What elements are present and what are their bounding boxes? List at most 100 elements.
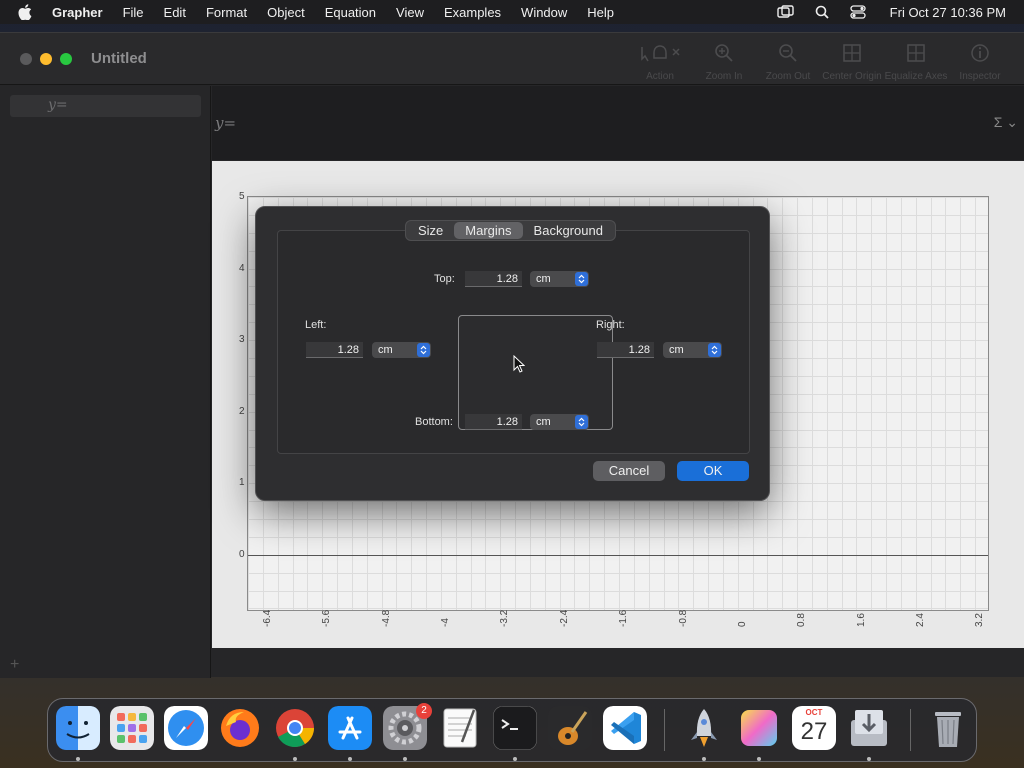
spotlight-search-icon[interactable] — [812, 4, 832, 20]
dock-safari-icon[interactable] — [164, 706, 208, 750]
page-setup-tabs: Size Margins Background — [405, 220, 616, 241]
close-window-button[interactable] — [20, 53, 32, 65]
dock-firefox-icon[interactable] — [218, 706, 262, 750]
bottom-margin-unit-popup[interactable]: cm — [530, 414, 589, 430]
menu-bar: Grapher File Edit Format Object Equation… — [0, 0, 1024, 24]
top-margin-field[interactable]: 1.28 — [465, 271, 522, 287]
dock-launchpad-icon[interactable] — [110, 706, 154, 750]
top-margin-unit-popup[interactable]: cm — [530, 271, 589, 287]
graph-gridline-vertical — [960, 197, 962, 610]
window-toolbar: Action Zoom In Zoom Out Center Origin Eq… — [628, 41, 1012, 82]
toolbar-center-origin[interactable]: Center Origin — [820, 41, 884, 82]
add-equation-button[interactable]: + — [10, 656, 19, 674]
menu-equation[interactable]: Equation — [325, 5, 376, 20]
dock: 2 OCT 27 — [47, 698, 977, 762]
toolbar-inspector[interactable]: Inspector — [948, 41, 1012, 82]
graph-x-tick-label: -4 — [440, 618, 452, 627]
tab-background[interactable]: Background — [523, 222, 614, 239]
menu-edit[interactable]: Edit — [164, 5, 186, 20]
graph-gridline-vertical — [975, 197, 977, 610]
dock-textedit-icon[interactable] — [438, 706, 482, 750]
menu-help[interactable]: Help — [587, 5, 614, 20]
graph-gridline-vertical — [797, 197, 799, 610]
graph-x-tick-label: 0 — [736, 621, 748, 627]
graph-y-tick-label: 0 — [239, 548, 245, 560]
toolbar-action-label: Action — [646, 71, 674, 82]
menu-examples[interactable]: Examples — [444, 5, 501, 20]
dock-finder-icon[interactable] — [56, 706, 100, 750]
graph-x-tick-label: -0.8 — [677, 609, 689, 627]
graph-x-tick-label: -3.2 — [499, 609, 511, 627]
right-margin-unit-popup[interactable]: cm — [663, 342, 722, 358]
menu-clock[interactable]: Fri Oct 27 10:36 PM — [890, 5, 1006, 20]
toolbar-center-origin-label: Center Origin — [822, 71, 882, 82]
dock-separator — [910, 709, 911, 751]
menu-app-name[interactable]: Grapher — [52, 5, 103, 20]
bottom-margin-field[interactable]: 1.28 — [465, 414, 522, 430]
cancel-button[interactable]: Cancel — [593, 461, 665, 481]
zoom-window-button[interactable] — [60, 53, 72, 65]
graph-y-tick-label: 2 — [239, 405, 245, 417]
graph-x-tick-label: -2.4 — [558, 609, 570, 627]
dock-terminal-icon[interactable] — [493, 706, 537, 750]
tab-margins[interactable]: Margins — [454, 222, 523, 239]
hand-cursor-icon — [638, 41, 682, 65]
control-center-icon[interactable] — [848, 4, 868, 20]
dock-vscode-icon[interactable] — [603, 706, 647, 750]
graph-y-tick-label: 4 — [239, 262, 245, 274]
menu-view[interactable]: View — [396, 5, 424, 20]
graph-gridline-vertical — [915, 197, 917, 610]
menu-format[interactable]: Format — [206, 5, 247, 20]
dock-calendar-icon[interactable]: OCT 27 — [792, 706, 836, 750]
margin-preview-box — [458, 315, 613, 430]
dock-running-indicator — [702, 757, 706, 761]
graph-x-tick-label: -4.8 — [380, 609, 392, 627]
toolbar-zoom-in[interactable]: Zoom In — [692, 41, 756, 82]
equation-palette-button[interactable]: Σ ⌄ — [994, 114, 1018, 131]
ok-button[interactable]: OK — [677, 461, 749, 481]
equalize-axes-icon — [906, 41, 926, 65]
dock-running-indicator — [867, 757, 871, 761]
dock-running-indicator — [403, 757, 407, 761]
dock-garageband-icon[interactable] — [548, 706, 592, 750]
info-icon — [970, 41, 990, 65]
equation-sidebar: y= + — [0, 86, 211, 678]
apple-menu-icon[interactable] — [18, 4, 36, 20]
window-titlebar: Untitled Action Zoom In Zoom Out Center … — [0, 33, 1024, 85]
graph-x-axis — [248, 554, 988, 556]
screen-mirroring-icon[interactable] — [776, 4, 796, 20]
graph-gridline-vertical — [782, 197, 784, 610]
dock-chrome-icon[interactable] — [273, 706, 317, 750]
left-margin-unit-popup[interactable]: cm — [372, 342, 431, 358]
sidebar-equation-row[interactable]: y= — [10, 95, 201, 117]
menu-window[interactable]: Window — [521, 5, 567, 20]
right-margin-field[interactable]: 1.28 — [597, 342, 654, 358]
graph-gridline-vertical — [930, 197, 932, 610]
menu-object[interactable]: Object — [267, 5, 305, 20]
calendar-month: OCT — [805, 708, 823, 717]
left-margin-label: Left: — [305, 319, 327, 331]
page-setup-sheet: Top: 1.28 cm Left: 1.28 cm Right: 1.28 c… — [255, 206, 770, 501]
toolbar-action[interactable]: Action — [628, 41, 692, 82]
graph-x-tick-label: -5.6 — [321, 609, 333, 627]
equation-editor[interactable]: y= Σ ⌄ — [212, 86, 1024, 160]
toolbar-equalize-axes[interactable]: Equalize Axes — [884, 41, 948, 82]
right-margin-unit: cm — [669, 344, 684, 356]
dock-running-indicator — [757, 757, 761, 761]
graph-gridline-horizontal — [248, 518, 988, 520]
minimize-window-button[interactable] — [40, 53, 52, 65]
dock-rocket-icon[interactable] — [682, 706, 726, 750]
graph-y-tick-label: 1 — [239, 477, 245, 489]
dock-app-store-icon[interactable] — [328, 706, 372, 750]
dock-trash-icon[interactable] — [926, 706, 970, 750]
toolbar-zoom-out[interactable]: Zoom Out — [756, 41, 820, 82]
left-margin-field[interactable]: 1.28 — [306, 342, 363, 358]
dock-downloads-icon[interactable] — [847, 706, 891, 750]
dock-grapher-icon[interactable] — [737, 706, 781, 750]
settings-notification-badge: 2 — [416, 703, 432, 719]
graph-x-tick-label: 2.4 — [914, 613, 926, 627]
graph-gridline-vertical — [826, 197, 828, 610]
tab-size[interactable]: Size — [407, 222, 454, 239]
menu-file[interactable]: File — [123, 5, 144, 20]
popup-arrows-icon — [708, 343, 721, 357]
